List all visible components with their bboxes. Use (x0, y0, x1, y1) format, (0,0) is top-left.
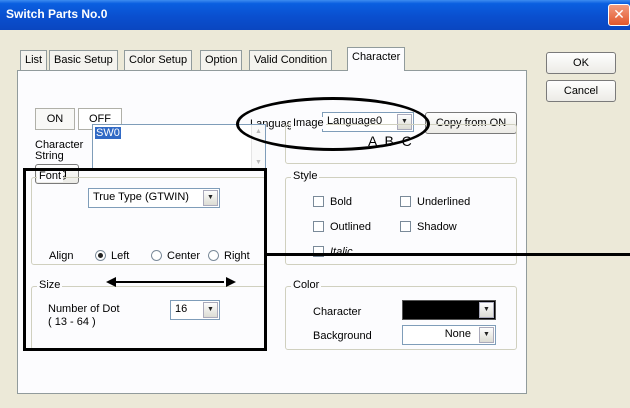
size-arrow-line (112, 281, 224, 283)
tab-option[interactable]: Option (200, 50, 243, 70)
close-icon: ✕ (613, 6, 625, 22)
shadow-checkbox[interactable] (400, 221, 411, 232)
character-string-value: SW0 (95, 127, 121, 139)
chevron-down-icon: ▼ (479, 327, 494, 343)
italic-label: Italic (330, 246, 353, 258)
arrow-left-icon (106, 277, 116, 287)
tab-basic-setup[interactable]: Basic Setup (49, 50, 118, 70)
on-state-button[interactable]: ON (35, 108, 75, 130)
window-title: Switch Parts No.0 (6, 7, 108, 21)
character-color-label: Character (313, 306, 362, 318)
bold-checkbox[interactable] (313, 196, 324, 207)
arrow-right-icon (226, 277, 236, 287)
font-highlight-box (23, 168, 267, 351)
outlined-label: Outlined (330, 221, 371, 233)
close-button[interactable]: ✕ (608, 4, 630, 26)
tab-valid-condition[interactable]: Valid Condition (249, 50, 333, 70)
underlined-label: Underlined (417, 196, 471, 208)
underlined-checkbox[interactable] (400, 196, 411, 207)
tab-color-setup[interactable]: Color Setup (124, 50, 193, 70)
scroll-down-icon: ▼ (255, 159, 262, 166)
language-highlight-ellipse (236, 97, 430, 151)
background-color-value: None (444, 328, 471, 340)
style-group-title: Style (291, 170, 320, 182)
tab-character[interactable]: Character (347, 47, 406, 71)
cancel-button[interactable]: Cancel (546, 80, 616, 102)
tab-list[interactable]: List (20, 50, 48, 70)
callout-line (267, 253, 630, 256)
background-color-select[interactable]: None ▼ (402, 325, 496, 345)
color-group-title: Color (291, 279, 322, 291)
background-color-label: Background (313, 330, 372, 342)
bold-label: Bold (330, 196, 353, 208)
outlined-checkbox[interactable] (313, 221, 324, 232)
character-string-label-2: String (35, 150, 64, 162)
character-color-select[interactable]: ▼ (402, 300, 496, 320)
ok-button[interactable]: OK (546, 52, 616, 74)
shadow-label: Shadow (417, 221, 457, 233)
chevron-down-icon: ▼ (479, 302, 494, 318)
title-bar: Switch Parts No.0 (0, 0, 630, 30)
